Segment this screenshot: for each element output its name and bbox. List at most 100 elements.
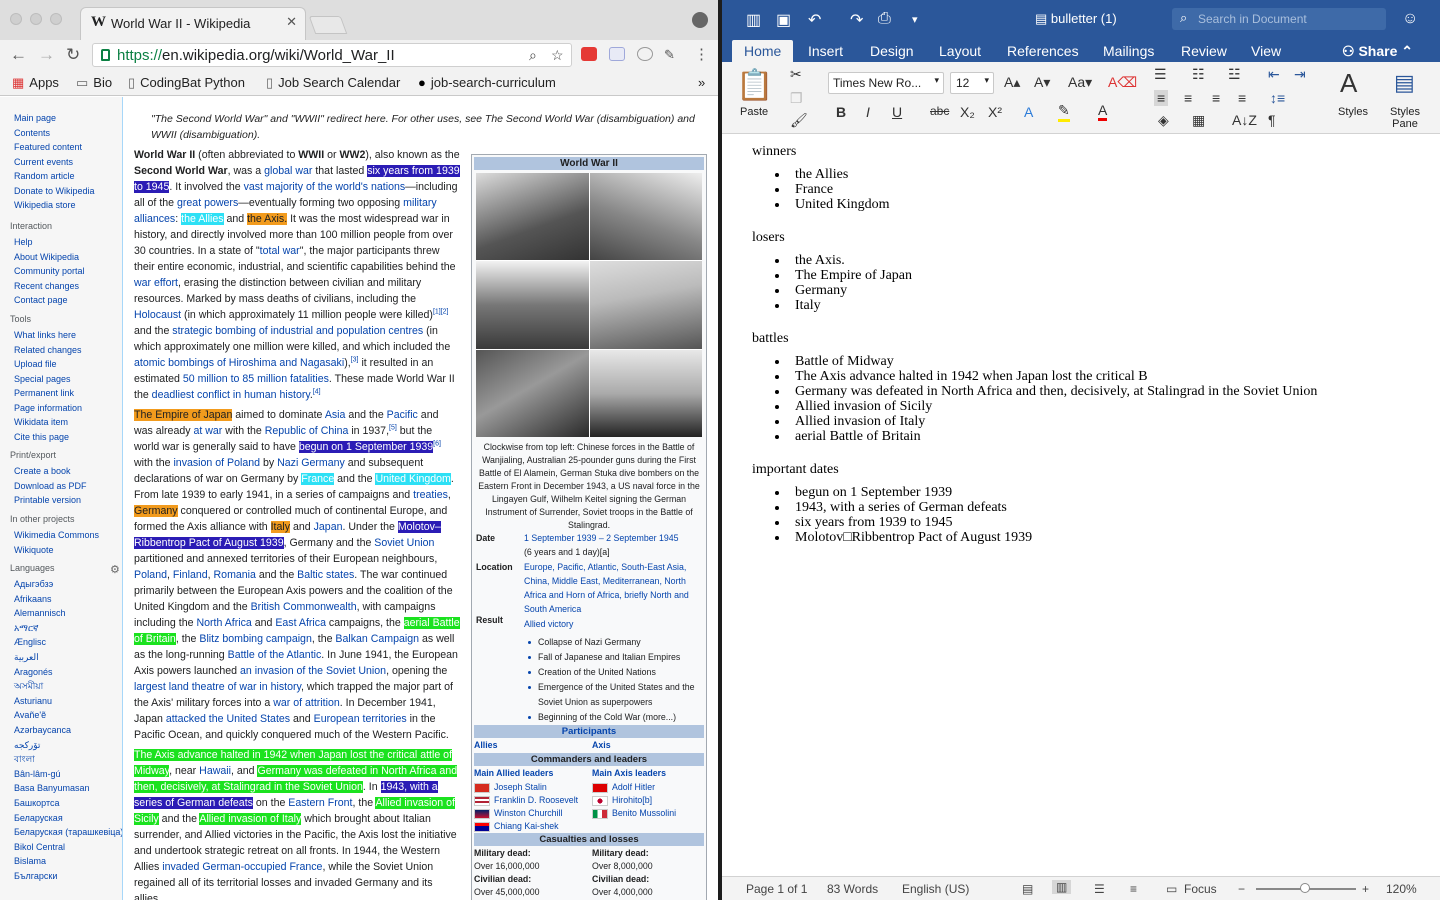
sidebar-link[interactable]: Printable version bbox=[10, 493, 87, 508]
cut-icon[interactable]: ✂ bbox=[790, 66, 802, 83]
sort-icon[interactable]: A↓Z bbox=[1232, 112, 1257, 128]
format-painter-icon[interactable]: 🖌 bbox=[790, 112, 808, 129]
sidebar-link[interactable]: Current events bbox=[10, 155, 95, 170]
sidebar-link[interactable]: Wikiquote bbox=[10, 543, 99, 558]
sidebar-language-link[interactable]: Ænglisc bbox=[0, 635, 120, 650]
section-heading[interactable]: losers bbox=[752, 230, 1317, 245]
print-layout-icon[interactable]: ▥ bbox=[1052, 880, 1072, 894]
result-list-item[interactable]: Creation of the United Nations bbox=[526, 665, 706, 680]
print-icon[interactable]: ⎙ bbox=[878, 10, 891, 28]
zoom-level[interactable]: 120% bbox=[1386, 882, 1417, 896]
align-right-icon[interactable]: ≡ bbox=[1212, 90, 1220, 106]
styles-pane-icon[interactable]: ▤ bbox=[1394, 70, 1415, 96]
word-count[interactable]: 83 Words bbox=[827, 882, 878, 896]
tab-view[interactable]: View bbox=[1251, 43, 1281, 59]
bullet-item[interactable]: Germany was defeated in North Africa and… bbox=[774, 384, 1317, 399]
tab-layout[interactable]: Layout bbox=[939, 43, 981, 59]
address-bar[interactable]: https://en.wikipedia.org/wiki/World_War_… bbox=[92, 43, 572, 67]
italic-icon[interactable]: I bbox=[866, 104, 870, 120]
sidebar-link[interactable]: Contact page bbox=[10, 293, 85, 308]
sidebar-link[interactable]: Help bbox=[10, 235, 85, 250]
sidebar-link[interactable]: Donate to Wikipedia bbox=[10, 184, 95, 199]
tab-insert[interactable]: Insert bbox=[808, 43, 843, 59]
bullet-item[interactable]: six years from 1939 to 1945 bbox=[774, 515, 1317, 530]
infobox-photo-collage[interactable] bbox=[476, 173, 702, 437]
bullet-item[interactable]: The Axis advance halted in 1942 when Jap… bbox=[774, 369, 1317, 384]
bullet-item[interactable]: begun on 1 September 1939 bbox=[774, 485, 1317, 500]
tab-references[interactable]: References bbox=[1007, 43, 1079, 59]
tab-design[interactable]: Design bbox=[870, 43, 914, 59]
pen-extension-icon[interactable]: ✎ bbox=[664, 47, 675, 63]
zoom-window-button[interactable] bbox=[50, 13, 62, 25]
url-text[interactable]: https://en.wikipedia.org/wiki/World_War_… bbox=[117, 47, 395, 64]
line-spacing-icon[interactable]: ↕≡ bbox=[1270, 90, 1285, 106]
sidebar-language-link[interactable]: Avañe'ẽ bbox=[0, 708, 120, 723]
highlight-icon[interactable]: ✎ bbox=[1058, 102, 1070, 122]
page-count[interactable]: Page 1 of 1 bbox=[746, 882, 807, 896]
bullets-icon[interactable]: ☰ bbox=[1154, 66, 1167, 83]
font-size-select[interactable]: 12 ▾ bbox=[950, 72, 994, 94]
sidebar-language-link[interactable]: تۆرکجه bbox=[0, 738, 120, 753]
sidebar-link[interactable]: About Wikipedia bbox=[10, 250, 85, 265]
sidebar-link[interactable]: What links here bbox=[10, 328, 82, 343]
sidebar-link[interactable]: Download as PDF bbox=[10, 479, 87, 494]
change-case-icon[interactable]: Aa▾ bbox=[1068, 74, 1092, 91]
bullet-item[interactable]: Allied invasion of Sicily bbox=[774, 399, 1317, 414]
sidebar-language-link[interactable]: Asturianu bbox=[0, 694, 120, 709]
location-value[interactable]: Europe, Pacific, Atlantic, South-East As… bbox=[524, 560, 702, 616]
sidebar-language-link[interactable]: Basa Banyumasan bbox=[0, 781, 120, 796]
decrease-indent-icon[interactable]: ⇤ bbox=[1268, 66, 1280, 83]
redo-icon[interactable]: ↷ bbox=[850, 10, 863, 30]
sidebar-language-link[interactable]: Беларуская bbox=[0, 811, 120, 826]
menu-kebab-icon[interactable]: ⋮ bbox=[694, 45, 709, 63]
sidebar-language-link[interactable]: Afrikaans bbox=[0, 592, 120, 607]
result-value[interactable]: Allied victory bbox=[524, 617, 702, 631]
bullet-item[interactable]: the Allies bbox=[774, 167, 1317, 182]
shading-icon[interactable]: ◈ bbox=[1158, 112, 1169, 129]
sidebar-language-link[interactable]: Bân-lâm-gú bbox=[0, 767, 120, 782]
align-left-icon[interactable]: ≡ bbox=[1154, 90, 1169, 106]
sidebar-language-link[interactable]: Bislama bbox=[0, 854, 120, 869]
allied-leaders-label[interactable]: Main Allied leaders bbox=[474, 767, 553, 780]
bullet-item[interactable]: Battle of Midway bbox=[774, 354, 1317, 369]
section-heading[interactable]: battles bbox=[752, 331, 1317, 346]
document-page[interactable]: winners the Allies France United Kingdom los… bbox=[722, 134, 1440, 876]
subscript-icon[interactable]: X₂ bbox=[960, 104, 975, 120]
bullet-item[interactable]: 1943, with a series of German defeats bbox=[774, 500, 1317, 515]
video-extension-icon[interactable] bbox=[581, 47, 597, 61]
tab-home[interactable]: Home bbox=[732, 40, 794, 62]
sidebar-language-link[interactable]: Aragonés bbox=[0, 665, 120, 680]
read-mode-icon[interactable]: ▤ bbox=[1022, 882, 1033, 896]
browser-tab[interactable]: W World War II - Wikipedia ✕ bbox=[80, 7, 306, 40]
sidebar-link[interactable]: Featured content bbox=[10, 140, 95, 155]
sidebar-link[interactable]: Contents bbox=[10, 126, 95, 141]
undo-icon[interactable]: ↶ bbox=[808, 10, 821, 30]
sidebar-link[interactable]: Upload file bbox=[10, 357, 82, 372]
section-heading[interactable]: important dates bbox=[752, 462, 1317, 477]
bookmarks-overflow-icon[interactable]: » bbox=[698, 75, 705, 90]
grow-font-icon[interactable]: A▴ bbox=[1004, 74, 1020, 91]
bold-icon[interactable]: B bbox=[836, 104, 846, 120]
leader-link[interactable]: Chiang Kai-shek bbox=[494, 821, 559, 831]
sidebar-language-link[interactable]: العربية bbox=[0, 650, 120, 665]
sidebar-language-link[interactable]: অসমীয়া bbox=[0, 679, 120, 694]
sidebar-link[interactable]: Recent changes bbox=[10, 279, 85, 294]
leader-link[interactable]: Winston Churchill bbox=[494, 808, 562, 818]
outline-view-icon[interactable]: ☰ bbox=[1094, 882, 1105, 896]
paste-label[interactable]: Paste bbox=[740, 106, 768, 118]
sidebar-link[interactable]: Special pages bbox=[10, 372, 82, 387]
focus-mode-icon[interactable]: ▭ bbox=[1166, 882, 1177, 896]
sidebar-language-link[interactable]: Български bbox=[0, 869, 120, 884]
focus-label[interactable]: Focus bbox=[1184, 882, 1217, 896]
minimize-window-button[interactable] bbox=[30, 13, 42, 25]
reader-extension-icon[interactable] bbox=[609, 47, 625, 61]
profile-icon[interactable] bbox=[692, 12, 708, 28]
new-tab-button[interactable] bbox=[308, 16, 348, 34]
justify-icon[interactable]: ≡ bbox=[1238, 90, 1246, 106]
increase-indent-icon[interactable]: ⇥ bbox=[1294, 66, 1306, 83]
styles-pane-label[interactable]: Styles Pane bbox=[1388, 106, 1422, 130]
tab-mailings[interactable]: Mailings bbox=[1103, 43, 1154, 59]
share-button[interactable]: ⚇ Share ⌃ bbox=[1342, 43, 1413, 60]
result-list-item[interactable]: Collapse of Nazi Germany bbox=[526, 635, 706, 650]
bookmark-star-icon[interactable]: ☆ bbox=[551, 47, 564, 64]
